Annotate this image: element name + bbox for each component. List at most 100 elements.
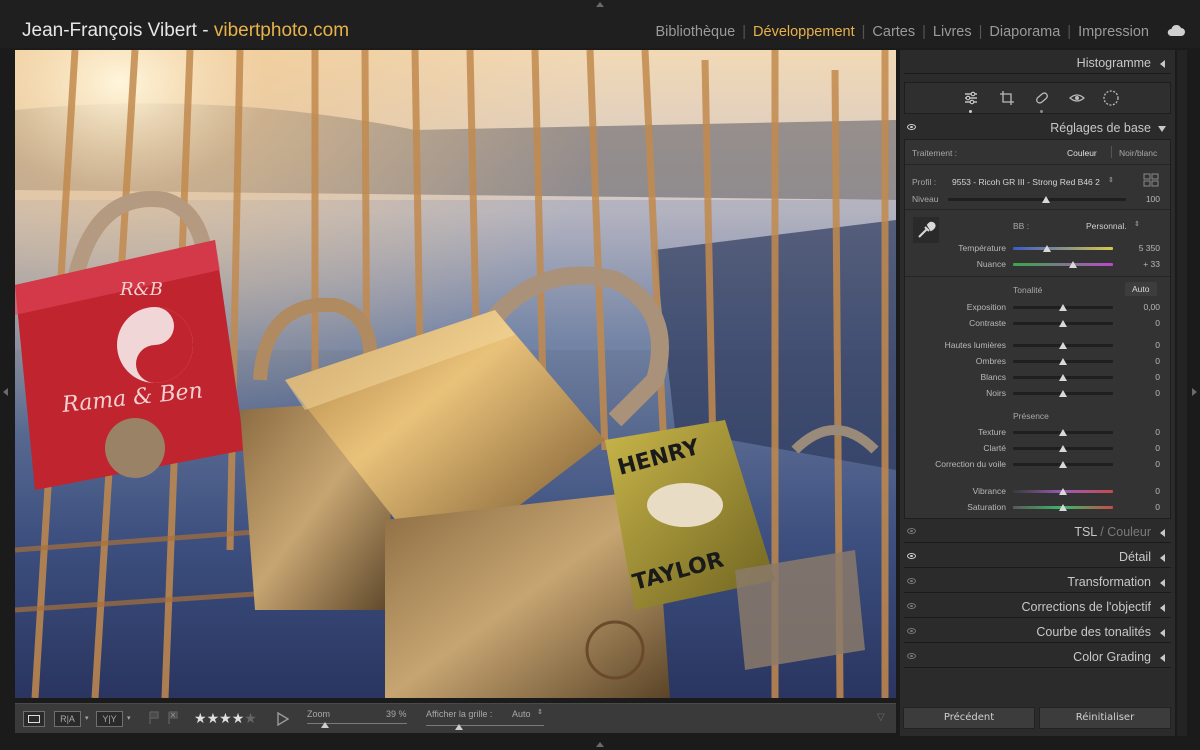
panel-basic-header[interactable]: Réglages de base <box>904 117 1171 139</box>
slider-knob[interactable] <box>1059 504 1067 511</box>
slider-value[interactable]: 0 <box>1155 459 1160 469</box>
filmstrip-toggle-icon[interactable] <box>596 742 604 747</box>
amount-value[interactable]: 100 <box>1146 194 1160 204</box>
before-after-top-bottom-button[interactable]: Y|Y <box>96 711 123 727</box>
slider-value[interactable]: 0 <box>1155 340 1160 350</box>
slider-value[interactable]: 0,00 <box>1143 302 1160 312</box>
crop-icon[interactable] <box>999 90 1015 106</box>
cloud-sync-icon[interactable] <box>1166 24 1186 38</box>
slider-knob[interactable] <box>1059 429 1067 436</box>
treatment-color-button[interactable]: Couleur <box>1067 148 1097 158</box>
star-icon: ★ <box>194 710 207 726</box>
slider-knob[interactable] <box>1059 390 1067 397</box>
identity-plate: Jean-François Vibert - vibertphoto.com <box>22 20 349 42</box>
wb-select-arrows-icon[interactable]: ⇕ <box>1134 220 1140 228</box>
panel-scrollbar[interactable] <box>1177 50 1187 736</box>
eye-icon[interactable] <box>907 553 916 559</box>
panel-histogram-header[interactable]: Histogramme <box>904 52 1171 74</box>
grid-opacity-slider[interactable] <box>426 725 544 726</box>
eye-icon[interactable] <box>907 653 916 659</box>
amount-slider-knob[interactable] <box>1041 196 1050 203</box>
panel-detail-header[interactable]: Détail <box>904 546 1171 568</box>
reject-flag-icon[interactable] <box>167 711 179 725</box>
module-develop[interactable]: Développement <box>746 24 862 40</box>
right-panel-toggle-icon[interactable] <box>1192 388 1197 396</box>
slider-knob[interactable] <box>1059 461 1067 468</box>
loupe-view-button[interactable] <box>23 711 45 727</box>
slider-knob[interactable] <box>1059 342 1067 349</box>
wb-select[interactable]: Personnal. <box>1086 221 1127 231</box>
slider-knob[interactable] <box>1059 445 1067 452</box>
top-bar: Jean-François Vibert - vibertphoto.com B… <box>0 0 1200 48</box>
tone-auto-button[interactable]: Auto <box>1125 282 1157 296</box>
module-book[interactable]: Livres <box>926 24 979 40</box>
profile-select[interactable]: 9553 - Ricoh GR III - Strong Red B46 2 <box>952 177 1100 187</box>
slider-value[interactable]: 0 <box>1155 388 1160 398</box>
slider-knob[interactable] <box>1059 374 1067 381</box>
slider-value[interactable]: 0 <box>1155 318 1160 328</box>
play-icon[interactable] <box>277 712 289 726</box>
previous-button[interactable]: Précédent <box>903 707 1035 729</box>
top-panel-toggle-icon[interactable] <box>596 2 604 7</box>
masking-icon[interactable] <box>1102 89 1120 107</box>
module-slideshow[interactable]: Diaporama <box>982 24 1067 40</box>
slider-knob[interactable] <box>1059 488 1067 495</box>
temperature-slider-knob[interactable] <box>1043 245 1051 252</box>
profile-label: Profil : <box>912 177 937 187</box>
module-library[interactable]: Bibliothèque <box>648 24 742 40</box>
tint-label: Nuance <box>976 259 1006 269</box>
panel-color-grading-header[interactable]: Color Grading <box>904 646 1171 668</box>
red-eye-icon[interactable] <box>1069 90 1085 106</box>
panel-lens-corrections-header[interactable]: Corrections de l'objectif <box>904 596 1171 618</box>
toolbar-menu-icon[interactable]: ▽ <box>877 712 885 723</box>
grid-overlay-select[interactable]: Auto <box>512 709 531 719</box>
star-icon: ★ <box>206 710 220 726</box>
slider-knob[interactable] <box>1059 358 1067 365</box>
zoom-slider-knob[interactable] <box>321 722 329 728</box>
module-print[interactable]: Impression <box>1071 24 1156 40</box>
eye-icon[interactable] <box>907 124 916 130</box>
before-after-dropdown-icon[interactable]: ▾ <box>85 714 89 722</box>
grid-select-arrows-icon[interactable]: ⇕ <box>537 708 543 716</box>
temperature-value[interactable]: 5 350 <box>1139 243 1160 253</box>
star-rating[interactable]: ★★★★★ <box>194 710 257 727</box>
slider-value[interactable]: 0 <box>1155 427 1160 437</box>
eye-icon[interactable] <box>907 628 916 634</box>
tint-slider-knob[interactable] <box>1069 261 1077 268</box>
eye-icon[interactable] <box>907 603 916 609</box>
tint-value[interactable]: + 33 <box>1143 259 1160 269</box>
module-map[interactable]: Cartes <box>865 24 922 40</box>
slider-value[interactable]: 0 <box>1155 486 1160 496</box>
left-panel-toggle-icon[interactable] <box>3 388 8 396</box>
slider-value[interactable]: 0 <box>1155 372 1160 382</box>
profile-browser-icon[interactable] <box>1143 173 1159 187</box>
eyedropper-icon[interactable] <box>913 217 939 243</box>
flag-icon[interactable] <box>148 711 160 725</box>
zoom-value: 39 % <box>386 709 407 719</box>
panel-transform-header[interactable]: Transformation <box>904 571 1171 593</box>
panel-hsl-header[interactable]: TSL / Couleur <box>904 521 1171 543</box>
before-after-options-icon[interactable]: ▾ <box>127 714 131 722</box>
grid-overlay-label: Afficher la grille : <box>426 709 493 719</box>
sliders-icon[interactable] <box>963 90 979 106</box>
grid-opacity-knob[interactable] <box>455 724 463 730</box>
eye-icon[interactable] <box>907 578 916 584</box>
reset-button[interactable]: Réinitialiser <box>1039 707 1171 729</box>
treatment-bw-button[interactable]: Noir/blanc <box>1119 148 1157 158</box>
temperature-label: Température <box>958 243 1006 253</box>
right-panel: Histogramme Réglages de base Traitement … <box>900 50 1175 736</box>
panel-tone-curve-header[interactable]: Courbe des tonalités <box>904 621 1171 643</box>
temperature-slider[interactable] <box>1013 247 1113 250</box>
tint-slider[interactable] <box>1013 263 1113 266</box>
slider-value[interactable]: 0 <box>1155 443 1160 453</box>
before-after-left-right-button[interactable]: R|A <box>54 711 81 727</box>
eye-icon[interactable] <box>907 528 916 534</box>
slider-knob[interactable] <box>1059 320 1067 327</box>
slider-value[interactable]: 0 <box>1155 356 1160 366</box>
profile-select-arrows-icon[interactable]: ⇕ <box>1108 176 1114 184</box>
photo-preview[interactable]: R&B Rama & Ben HENRY TAYLOR <box>15 50 896 698</box>
amount-slider[interactable] <box>948 198 1126 201</box>
slider-knob[interactable] <box>1059 304 1067 311</box>
healing-brush-icon[interactable] <box>1034 90 1050 106</box>
slider-value[interactable]: 0 <box>1155 502 1160 512</box>
